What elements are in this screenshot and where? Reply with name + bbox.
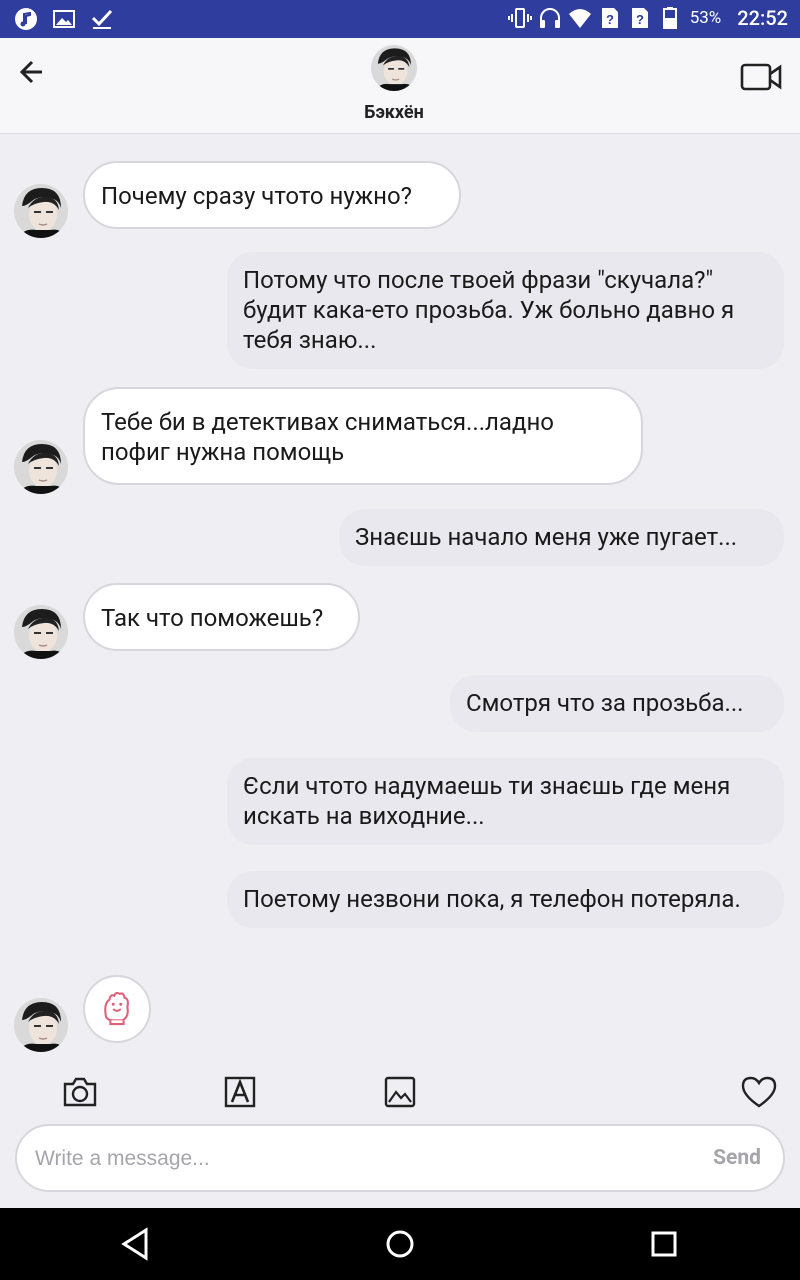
message-composer: Send	[15, 1124, 785, 1192]
video-camera-icon[interactable]	[740, 62, 782, 92]
battery-icon	[662, 7, 677, 29]
vibrate-icon	[507, 8, 532, 28]
sticker-message[interactable]	[83, 975, 151, 1043]
message-bubble-outgoing: Знаєшь начало меня уже пугает...	[339, 509, 784, 566]
check-icon	[91, 9, 113, 29]
music-icon	[15, 8, 37, 30]
avatar[interactable]	[14, 440, 68, 494]
back-triangle-icon[interactable]	[114, 1222, 158, 1266]
navigation-bar	[0, 1208, 800, 1280]
message-bubble-incoming: Тебе би в детективах сниматься...ладно п…	[83, 387, 643, 485]
contact-name[interactable]: Бэкхён	[300, 102, 488, 123]
message-bubble-outgoing: Потому что после твоей фрази "скучала?" …	[227, 252, 784, 369]
svg-text:?: ?	[606, 12, 614, 27]
clock: 22:52	[737, 6, 788, 30]
avatar[interactable]	[371, 45, 417, 91]
avatar[interactable]	[14, 605, 68, 659]
svg-text:?: ?	[636, 12, 644, 27]
battery-percent: 53%	[689, 8, 722, 28]
message-bubble-incoming: Почему сразу чтото нужно?	[83, 161, 461, 229]
message-bubble-outgoing: Поетому незвони пока, я телефон потеряла…	[227, 871, 784, 928]
chat-header: Бэкхён	[0, 38, 800, 134]
message-bubble-outgoing: Єсли чтото надумаешь ти знаєшь где меня …	[227, 758, 784, 845]
message-bubble-outgoing: Смотря что за прозьба...	[450, 675, 784, 732]
arrow-left-icon[interactable]	[14, 54, 54, 90]
send-button[interactable]: Send	[713, 1146, 761, 1170]
headphones-icon	[539, 8, 560, 28]
heart-icon[interactable]	[739, 1072, 779, 1112]
message-bubble-incoming: Так что поможешь?	[83, 583, 360, 651]
status-bar: ? ? 53% 22:52	[0, 0, 800, 38]
text-style-icon[interactable]	[220, 1072, 260, 1112]
camera-icon[interactable]	[60, 1072, 100, 1112]
wifi-icon	[568, 9, 591, 28]
avatar[interactable]	[14, 184, 68, 238]
sim-unknown-icon: ?	[631, 8, 648, 28]
avatar[interactable]	[14, 998, 68, 1052]
message-input[interactable]	[35, 1140, 675, 1178]
gallery-icon[interactable]	[380, 1072, 420, 1112]
cat-paw-icon	[104, 991, 129, 1026]
home-circle-icon[interactable]	[378, 1222, 422, 1266]
sim-unknown-icon: ?	[601, 8, 618, 28]
image-icon	[53, 10, 75, 28]
recents-square-icon[interactable]	[642, 1222, 686, 1266]
